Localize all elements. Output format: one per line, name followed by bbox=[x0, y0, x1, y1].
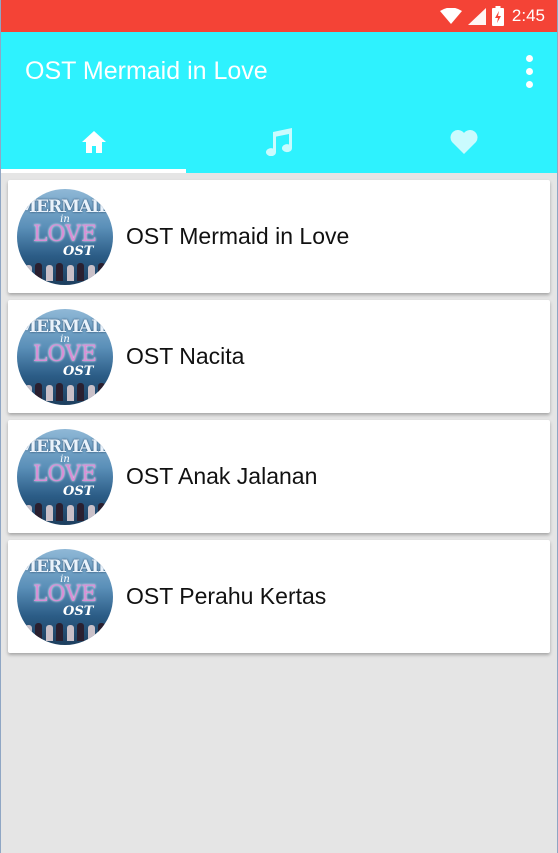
status-time: 2:45 bbox=[511, 6, 545, 25]
music-note-icon bbox=[266, 127, 292, 156]
list-item[interactable]: MERMAID in LOVE OST OST Nacita bbox=[8, 300, 550, 413]
more-vert-icon[interactable] bbox=[519, 51, 539, 91]
tab-favorites[interactable] bbox=[372, 110, 557, 173]
app-title: OST Mermaid in Love bbox=[25, 56, 268, 85]
list-item[interactable]: MERMAID in LOVE OST OST Anak Jalanan bbox=[8, 420, 550, 533]
tab-indicator bbox=[1, 169, 186, 173]
app-screen: 2:45 OST Mermaid in Love MERMAID in LOVE… bbox=[0, 0, 558, 853]
list-item-label: OST Perahu Kertas bbox=[126, 583, 327, 609]
list-item[interactable]: MERMAID in LOVE OST OST Perahu Kertas bbox=[8, 540, 550, 653]
app-bar: OST Mermaid in Love bbox=[1, 32, 557, 110]
tab-home[interactable] bbox=[1, 110, 186, 173]
heart-icon bbox=[450, 129, 478, 154]
album-thumbnail: MERMAID in LOVE OST bbox=[17, 428, 113, 525]
home-icon bbox=[81, 130, 106, 153]
signal-icon bbox=[467, 7, 486, 25]
list-item-label: OST Nacita bbox=[126, 343, 245, 369]
list-item-label: OST Mermaid in Love bbox=[126, 223, 350, 249]
tab-bar bbox=[1, 110, 557, 173]
wifi-icon bbox=[439, 7, 462, 25]
tab-music[interactable] bbox=[186, 110, 371, 173]
list-item[interactable]: MERMAID in LOVE OST OST Mermaid in Love bbox=[8, 180, 550, 293]
status-bar: 2:45 bbox=[1, 0, 557, 32]
album-thumbnail: MERMAID in LOVE OST bbox=[17, 548, 113, 645]
battery-charging-icon bbox=[491, 6, 504, 26]
playlist: MERMAID in LOVE OST OST Mermaid in Love … bbox=[1, 173, 557, 653]
list-item-label: OST Anak Jalanan bbox=[126, 463, 318, 489]
album-thumbnail: MERMAID in LOVE OST bbox=[17, 308, 113, 405]
album-thumbnail: MERMAID in LOVE OST bbox=[17, 188, 113, 285]
